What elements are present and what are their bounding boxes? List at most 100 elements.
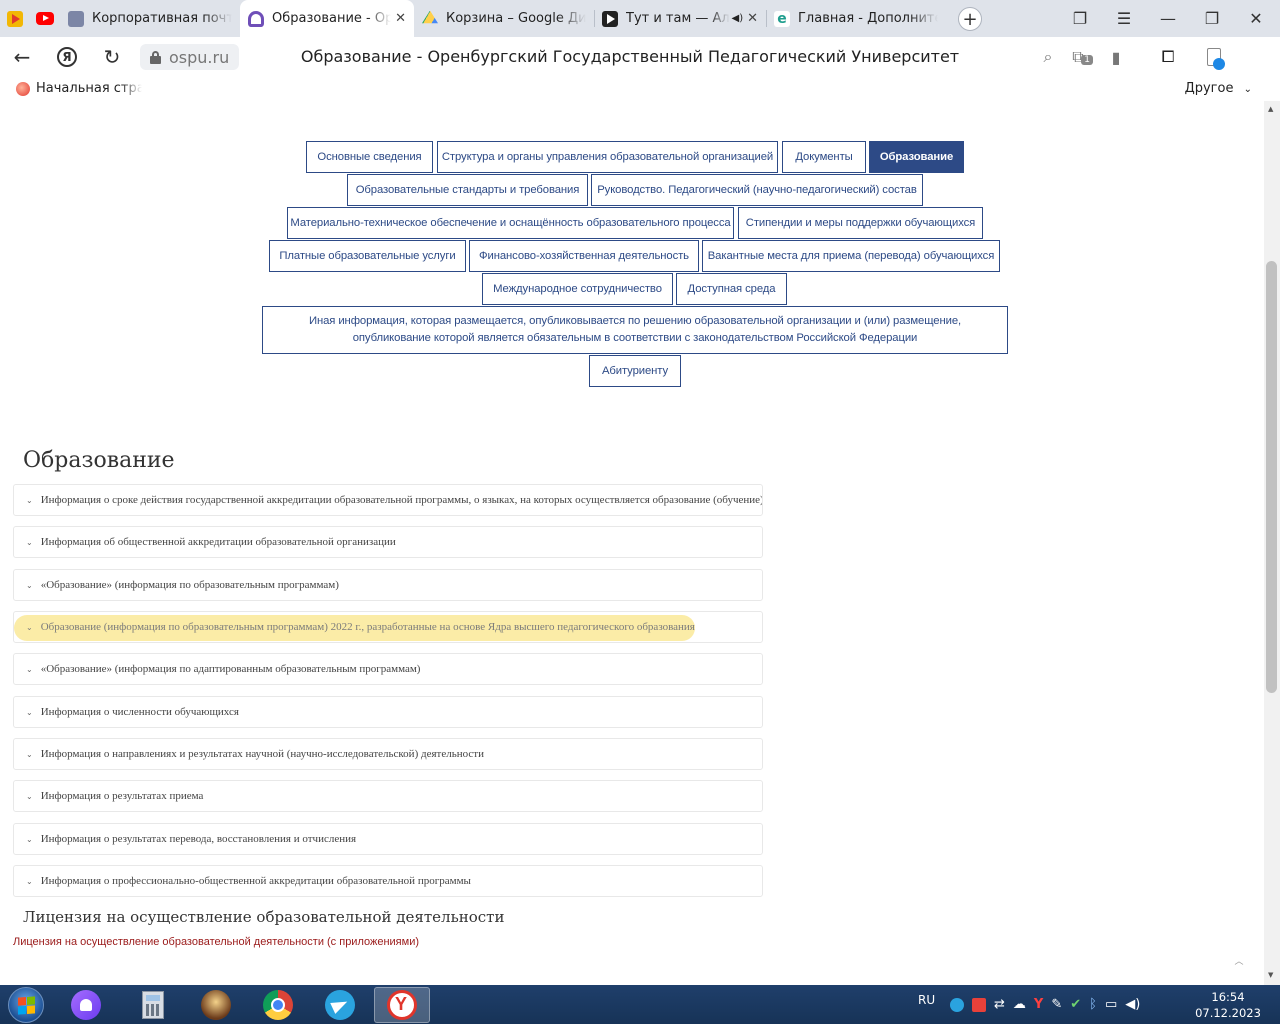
chevron-down-icon: ⌄ (26, 707, 33, 717)
url-field[interactable]: ospu.ru (140, 44, 240, 70)
nav-documents[interactable]: Документы (782, 141, 866, 173)
clock-time: 16:54 (1211, 990, 1245, 1004)
accordion-item-public-accreditation[interactable]: ⌄ Информация об общественной аккредитации… (13, 526, 763, 558)
bookmark-button[interactable]: ▮ (1098, 37, 1134, 77)
collections-button[interactable]: ❐ (1058, 0, 1102, 37)
reading-list-button[interactable]: ⧠ (1150, 37, 1186, 77)
hamburger-icon: ☰ (1116, 9, 1132, 28)
nav-paid-services[interactable]: Платные образовательные услуги (269, 240, 466, 272)
taskbar-telegram[interactable] (312, 987, 368, 1023)
chevron-up-icon: ︿ (1234, 956, 1244, 967)
nav-vacancies[interactable]: Вакантные места для приема (перевода) об… (702, 240, 1000, 272)
yandex-button[interactable]: Я (44, 37, 90, 77)
nav-international[interactable]: Международное сотрудничество (482, 273, 673, 305)
nav-standards[interactable]: Образовательные стандарты и требования (347, 174, 588, 206)
restore-button[interactable]: ❐ (1190, 0, 1234, 37)
chevron-down-icon: ⌄ (26, 834, 33, 844)
network-icon[interactable]: ▭ (1105, 997, 1117, 1012)
google-drive-icon (422, 10, 438, 24)
video-player-icon (7, 10, 23, 27)
volume-icon[interactable]: ◀) (1125, 997, 1140, 1012)
chevron-down-icon: ⌄ (26, 622, 33, 632)
tab-dop-edu[interactable]: e Главная - Дополнительное (766, 0, 946, 37)
start-button[interactable] (8, 987, 44, 1023)
security-check-icon[interactable]: ✔ (1070, 997, 1081, 1012)
accordion-label: Информация об общественной аккредитации … (40, 536, 396, 548)
ospu-icon (248, 10, 264, 27)
downloads-button[interactable] (1196, 37, 1232, 77)
accordion-item-student-count[interactable]: ⌄ Информация о численности обучающихся (13, 696, 763, 728)
new-tab-button[interactable]: + (958, 7, 982, 31)
scroll-down-arrow-icon[interactable]: ▼ (1268, 971, 1273, 979)
accordion-item-admission-results[interactable]: ⌄ Информация о результатах приема (13, 780, 763, 812)
chevron-down-icon: ⌄ (26, 495, 33, 505)
pinned-tab-youtube[interactable] (30, 0, 60, 37)
close-window-button[interactable]: ✕ (1234, 0, 1278, 37)
page-scrollbar[interactable]: ▲ ▼ (1264, 101, 1280, 985)
yandex-tray-icon[interactable]: Y (1034, 997, 1043, 1012)
bookmark-home[interactable]: Начальная страница (16, 81, 142, 96)
page-title: Образование - Оренбургский Государственн… (300, 47, 960, 66)
accordion-item-professional-accreditation[interactable]: ⌄ Информация о профессионально-общественн… (13, 865, 763, 897)
pinned-tab-video[interactable] (0, 0, 30, 37)
nav-scholarships[interactable]: Стипендии и меры поддержки обучающихся (738, 207, 983, 239)
section-heading: Образование (23, 448, 175, 473)
nav-other-info[interactable]: Иная информация, которая размещается, оп… (262, 306, 1008, 354)
nav-material-support[interactable]: Материально-техническое обеспечение и ос… (287, 207, 734, 239)
accordion-item-state-accreditation[interactable]: ⌄ Информация о сроке действия государстве… (13, 484, 763, 516)
accordion-item-core-programs-2022[interactable]: ⌄ Образование (информация по образователь… (13, 611, 763, 643)
nav-finance[interactable]: Финансово-хозяйственная деятельность (469, 240, 699, 272)
minimize-button[interactable]: — (1146, 0, 1190, 37)
nav-applicant[interactable]: Абитуриенту (589, 355, 681, 387)
scrollbar-thumb[interactable] (1266, 261, 1277, 693)
transfer-icon[interactable]: ⇄ (994, 997, 1005, 1012)
reload-icon: ↻ (103, 45, 121, 69)
taskbar-yandex-browser[interactable]: Y (374, 987, 430, 1023)
menu-button[interactable]: ☰ (1102, 0, 1146, 37)
taskbar-chrome[interactable] (250, 987, 306, 1023)
telegram-tray-icon[interactable] (950, 997, 964, 1012)
close-tab-icon[interactable]: ✕ (747, 11, 758, 26)
tools-icon[interactable]: ✎ (1051, 997, 1062, 1012)
system-clock[interactable]: 16:54 07.12.2023 (1195, 989, 1261, 1021)
license-link[interactable]: Лицензия на осуществление образовательно… (13, 936, 419, 948)
nav-management[interactable]: Руководство. Педагогический (научно-педа… (591, 174, 923, 206)
chevron-down-icon: ⌄ (26, 664, 33, 674)
accordion-item-adapted-programs[interactable]: ⌄ «Образование» (информация по адаптирова… (13, 653, 763, 685)
tab-title: Корпоративная почта (92, 11, 232, 26)
taskbar-calculator[interactable] (125, 987, 181, 1023)
document-check-icon (1207, 48, 1225, 70)
tab-manager-button[interactable]: ⧉ 1 (1060, 37, 1096, 77)
language-indicator[interactable]: RU (918, 993, 935, 1007)
scroll-up-arrow-icon[interactable]: ▲ (1268, 105, 1273, 113)
tab-google-drive[interactable]: Корзина – Google Диск (414, 0, 594, 37)
tab-education[interactable]: Образование - Оренбургский ✕ (240, 0, 414, 37)
bluetooth-icon[interactable]: ᛒ (1089, 997, 1097, 1012)
cloud-sync-icon[interactable]: ☁ (1013, 997, 1026, 1012)
close-tab-icon[interactable]: ✕ (395, 11, 406, 26)
tab-mail[interactable]: Корпоративная почта (60, 0, 240, 37)
nav-accessible-env[interactable]: Доступная среда (676, 273, 787, 305)
accordion-item-transfer-results[interactable]: ⌄ Информация о результатах перевода, восс… (13, 823, 763, 855)
bookmark-folder-label: Другое (1184, 81, 1234, 96)
accordion-label: Информация о численности обучающихся (40, 706, 239, 718)
bookmark-other-folder[interactable]: Другое ⌄ (1185, 81, 1252, 96)
nav-basic-info[interactable]: Основные сведения (306, 141, 433, 173)
speaker-icon[interactable]: ◀) (732, 13, 744, 24)
accordion-label: Информация о результатах приема (40, 790, 204, 802)
tab-title: Корзина – Google Диск (446, 11, 586, 26)
accordion-item-edu-programs[interactable]: ⌄ «Образование» (информация по образовате… (13, 569, 763, 601)
tab-music[interactable]: Тут и там — Алексей ◀) ✕ (594, 0, 766, 37)
back-button[interactable]: ← (0, 37, 44, 77)
scroll-to-top-button[interactable]: ︿ (1228, 949, 1250, 971)
taskbar-alice[interactable] (58, 987, 114, 1023)
chevron-down-icon: ⌄ (26, 791, 33, 801)
taskbar-game[interactable] (188, 987, 244, 1023)
reload-button[interactable]: ↻ (90, 37, 134, 77)
mail-icon (68, 10, 84, 27)
nav-structure[interactable]: Структура и органы управления образовате… (437, 141, 778, 173)
nav-education[interactable]: Образование (869, 141, 964, 173)
screen-recorder-icon[interactable] (972, 997, 986, 1012)
accordion-item-research[interactable]: ⌄ Информация о направлениях и результатах… (13, 738, 763, 770)
arrow-left-icon: ← (13, 45, 31, 69)
